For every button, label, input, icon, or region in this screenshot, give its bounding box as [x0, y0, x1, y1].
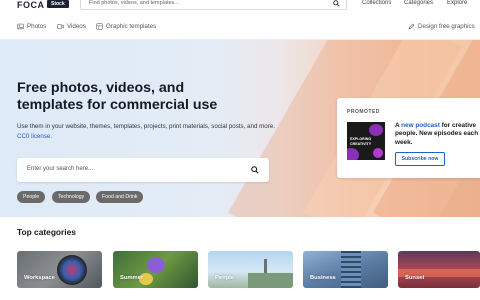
- subscribe-now-button[interactable]: Subscribe now: [395, 152, 445, 166]
- design-free-graphics-label: Design free graphics: [418, 23, 475, 30]
- search-icon[interactable]: [333, 0, 340, 7]
- promo-description: A new podcast for creative people. New e…: [395, 122, 480, 147]
- template-icon: [96, 23, 103, 30]
- category-card-business[interactable]: Business: [303, 251, 388, 288]
- nav-collections[interactable]: Collections: [362, 0, 391, 6]
- top-bar: FOCA Stock Find photos, videos, and temp…: [0, 0, 480, 16]
- category-image-decoration: [341, 251, 361, 288]
- media-type-nav: Photos Videos Graphic templates Design f…: [0, 16, 480, 40]
- top-search-input[interactable]: Find photos, videos, and templates...: [80, 0, 347, 10]
- category-label: Workspace: [24, 275, 55, 281]
- category-label: Business: [310, 275, 336, 281]
- category-card-sunset[interactable]: Sunset: [398, 251, 480, 288]
- top-categories-heading: Top categories: [17, 227, 76, 237]
- video-icon: [57, 24, 64, 29]
- category-image-decoration: [57, 255, 87, 285]
- tab-photos-label: Photos: [27, 23, 47, 30]
- cover-text-line-2: CREATIVITY: [350, 141, 372, 146]
- cover-decoration: [373, 148, 383, 158]
- tab-videos[interactable]: Videos: [57, 23, 86, 30]
- chip-food-and-drink[interactable]: Food and Drink: [96, 191, 144, 203]
- pen-icon: [408, 23, 415, 30]
- chip-people[interactable]: People: [17, 191, 46, 203]
- category-image-decoration: [147, 257, 165, 273]
- podcast-cover-image[interactable]: EXPLORING CREATIVITY: [347, 122, 385, 160]
- chip-technology[interactable]: Technology: [52, 191, 91, 203]
- hero-section: Free photos, videos, and templates for c…: [0, 40, 480, 217]
- search-icon[interactable]: [251, 166, 259, 174]
- design-free-graphics-link[interactable]: Design free graphics: [408, 23, 475, 30]
- hero-search-placeholder: Enter your search here...: [27, 166, 94, 172]
- hero-title: Free photos, videos, and templates for c…: [17, 80, 218, 113]
- hero-subtitle-text: Use them in your website, themes, templa…: [17, 123, 275, 130]
- tab-videos-label: Videos: [67, 23, 86, 30]
- promoted-card: PROMOTED EXPLORING CREATIVITY A new podc…: [337, 98, 480, 178]
- hero-search-input[interactable]: Enter your search here...: [17, 158, 269, 182]
- cover-decoration: [347, 148, 359, 160]
- category-card-workspace[interactable]: Workspace: [17, 251, 102, 288]
- tab-photos[interactable]: Photos: [17, 23, 46, 30]
- cover-text: EXPLORING CREATIVITY: [350, 137, 371, 146]
- promoted-label: PROMOTED: [347, 109, 380, 115]
- nav-categories[interactable]: Categories: [404, 0, 433, 6]
- category-image-decoration: [248, 273, 293, 288]
- cc0-license-link[interactable]: CC0 license.: [17, 133, 52, 140]
- new-podcast-link[interactable]: new podcast: [401, 122, 440, 129]
- nav-explore[interactable]: Explore: [447, 0, 467, 6]
- brand-logo[interactable]: FOCA: [17, 0, 45, 10]
- category-card-summer[interactable]: Summer: [113, 251, 198, 288]
- tab-graphic-templates[interactable]: Graphic templates: [96, 23, 156, 30]
- tab-graphic-templates-label: Graphic templates: [106, 23, 157, 30]
- category-label: People: [215, 275, 235, 281]
- top-search-placeholder: Find photos, videos, and templates...: [89, 0, 179, 6]
- category-label: Summer: [120, 275, 144, 281]
- cover-text-line-1: EXPLORING: [350, 137, 372, 141]
- cover-decoration: [369, 124, 383, 136]
- category-card-people[interactable]: People: [208, 251, 293, 288]
- stock-badge: Stock: [47, 0, 69, 8]
- hero-subtitle: Use them in your website, themes, templa…: [17, 122, 277, 141]
- image-icon: [17, 23, 24, 30]
- category-label: Sunset: [405, 275, 425, 281]
